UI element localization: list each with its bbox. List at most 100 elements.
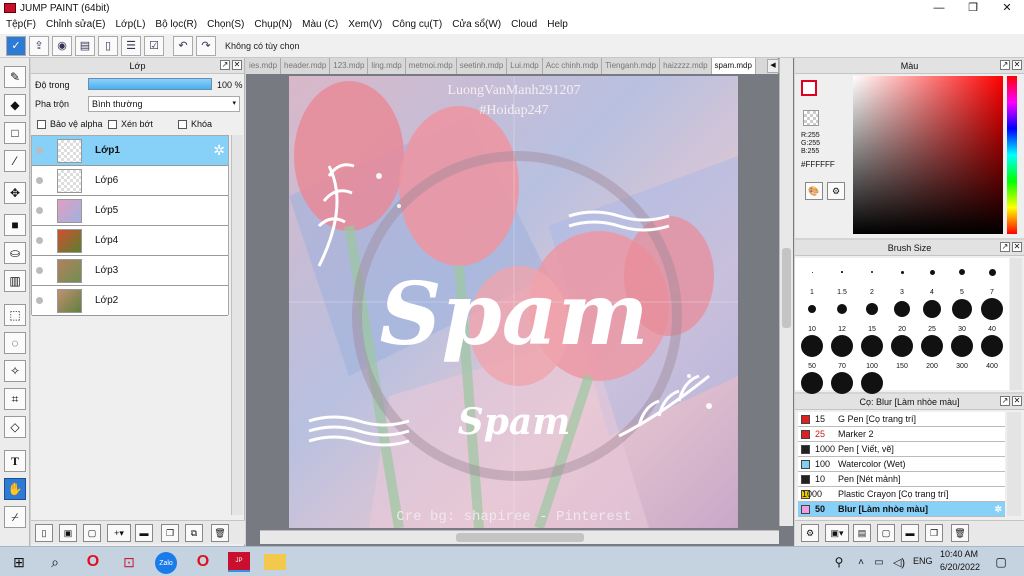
canvas-vertical-scrollbar[interactable]	[779, 58, 793, 526]
menu-help[interactable]: Help	[545, 16, 576, 34]
brush-size-cell[interactable]: 4	[917, 260, 947, 296]
tab-scroll-left-icon[interactable]: ◀	[767, 59, 779, 73]
layer-scrollbar[interactable]	[231, 135, 243, 515]
checklist-icon[interactable]: ☑	[144, 35, 164, 56]
doc-tab[interactable]: ling.mdp	[368, 58, 406, 74]
brush-scrollbar[interactable]	[1010, 258, 1022, 390]
people-icon[interactable]: ⚲	[828, 552, 850, 572]
list-icon[interactable]: ☰	[121, 35, 141, 56]
brush-size-cell[interactable]: 150	[887, 334, 917, 370]
hscroll-thumb[interactable]	[456, 533, 584, 542]
menu-view[interactable]: Xem(V)	[346, 16, 390, 34]
export-icon[interactable]: ⇪	[29, 35, 49, 56]
language-indicator[interactable]: ENG	[913, 556, 933, 566]
app-launcher-icon[interactable]: ⊡	[118, 552, 140, 572]
network-icon[interactable]: ▭	[868, 552, 890, 572]
new-layer-text-icon[interactable]: ▢	[83, 524, 101, 542]
lock-checkbox[interactable]	[178, 120, 187, 129]
panel-close-icon[interactable]: ✕	[232, 60, 242, 70]
document-icon[interactable]: ▯	[98, 35, 118, 56]
opera-browser-icon[interactable]: O	[82, 552, 104, 572]
preset-scrollbar[interactable]	[1007, 412, 1021, 516]
doc-tab[interactable]: Acc chinh.mdp	[543, 58, 603, 74]
color-picker-square[interactable]	[853, 76, 1003, 234]
brush-size-cell[interactable]: 20	[887, 297, 917, 333]
brush-size-cell[interactable]: 25	[917, 297, 947, 333]
add-layer-menu-icon[interactable]: +▾	[107, 524, 131, 542]
brush-size-cell[interactable]: 10	[797, 297, 827, 333]
layer-row[interactable]: Lớp2	[32, 286, 228, 316]
canvas-horizontal-scrollbar[interactable]	[260, 530, 779, 544]
brush-size-cell[interactable]: 3	[887, 260, 917, 296]
rectangle-tool-icon[interactable]: □	[4, 122, 26, 144]
panel-close-icon[interactable]: ✕	[1012, 242, 1022, 252]
visibility-icon[interactable]	[36, 297, 43, 304]
brush-settings-icon[interactable]: ⚙	[801, 524, 819, 542]
menu-select[interactable]: Chọn(S)	[205, 16, 252, 34]
palette-settings-icon[interactable]: ⚙	[827, 182, 845, 200]
preset-row[interactable]: 1000 Pen [ Viết, vẽ]	[798, 442, 1005, 457]
opera-gx-icon[interactable]: O	[192, 552, 214, 572]
doc-tab[interactable]: header.mdp	[281, 58, 331, 74]
menu-color[interactable]: Màu (C)	[300, 16, 346, 34]
clock-date[interactable]: 6/20/2022	[940, 562, 980, 572]
eyedropper-tool-icon[interactable]: ⌿	[4, 506, 26, 528]
menu-capture[interactable]: Chụp(N)	[252, 16, 300, 34]
brush-size-cell[interactable]: 30	[947, 297, 977, 333]
doc-tab[interactable]: 123.mdp	[330, 58, 369, 74]
menu-file[interactable]: Tệp(F)	[4, 16, 44, 34]
brush-size-cell[interactable]: 1	[797, 260, 827, 296]
preset-row[interactable]: 25 Marker 2	[798, 427, 1005, 442]
panel-float-icon[interactable]: ↗	[1000, 396, 1010, 406]
panel-close-icon[interactable]: ✕	[1012, 396, 1022, 406]
layer-row[interactable]: Lớp5	[32, 196, 228, 226]
doc-tab[interactable]: Tienganh.mdp	[602, 58, 661, 74]
close-button[interactable]: ✕	[990, 0, 1024, 16]
transparent-color-swatch[interactable]	[803, 110, 819, 126]
folder-icon[interactable]: ▬	[901, 524, 919, 542]
eraser-tool-icon[interactable]: ◆	[4, 94, 26, 116]
hue-slider[interactable]	[1007, 76, 1017, 234]
brush-size-cell[interactable]: 15	[857, 297, 887, 333]
pen-tool-icon[interactable]: ✎	[4, 66, 26, 88]
preset-row[interactable]: 1000 Plastic Crayon [Cọ trang trí]	[798, 487, 1005, 502]
preset-row[interactable]: 10 Pen [Nét mảnh]	[798, 472, 1005, 487]
layer-row[interactable]: Lớp1 ✲	[32, 136, 228, 166]
doc-tab[interactable]: Lui.mdp	[507, 58, 543, 74]
clipping-checkbox[interactable]	[108, 120, 117, 129]
delete-icon[interactable]: 🗑	[951, 524, 969, 542]
layer-row[interactable]: Lớp3	[32, 256, 228, 286]
merge-icon[interactable]: ⧉	[185, 524, 203, 542]
brush-size-cell[interactable]: 12	[827, 297, 857, 333]
select-rect-icon[interactable]: ⬚	[4, 304, 26, 326]
doc-tab[interactable]: haizzzz.mdp	[660, 58, 712, 74]
bucket-tool-icon[interactable]: ⛀	[4, 242, 26, 264]
doc-tab-active[interactable]: spam.mdp	[711, 58, 756, 74]
jump-paint-taskbar-icon[interactable]: JP	[228, 552, 250, 572]
brush-size-cell[interactable]: 40	[977, 297, 1007, 333]
brush-size-cell[interactable]: 300	[947, 334, 977, 370]
redo-icon[interactable]: ↷	[196, 35, 216, 56]
select-pen-icon[interactable]: ⌗	[4, 388, 26, 410]
new-layer-image-icon[interactable]: ▣	[59, 524, 77, 542]
brush-size-cell[interactable]: 200	[917, 334, 947, 370]
visibility-icon[interactable]	[36, 207, 43, 214]
palette-icon[interactable]: 🎨	[805, 182, 823, 200]
delete-icon[interactable]: 🗑	[211, 524, 229, 542]
visibility-icon[interactable]	[36, 267, 43, 274]
doc-tab[interactable]: seetinh.mdp	[457, 58, 508, 74]
windows-start-icon[interactable]: ⊞	[8, 552, 30, 572]
file-explorer-icon[interactable]	[264, 554, 286, 570]
message-icon[interactable]: ▤	[75, 35, 95, 56]
brush-size-cell[interactable]: 50	[797, 334, 827, 370]
folder-icon[interactable]: ▬	[135, 524, 153, 542]
foreground-color-swatch[interactable]	[801, 80, 817, 96]
undo-icon[interactable]: ↶	[173, 35, 193, 56]
blend-mode-select[interactable]: Bình thường ▾	[88, 96, 240, 112]
menu-filter[interactable]: Bộ lọc(R)	[153, 16, 205, 34]
new-layer-icon[interactable]: ▯	[35, 524, 53, 542]
preset-row[interactable]: 100 Watercolor (Wet)	[798, 457, 1005, 472]
brush-size-cell[interactable]: 5	[947, 260, 977, 296]
menu-layer[interactable]: Lớp(L)	[114, 16, 154, 34]
volume-icon[interactable]: ◁)	[888, 552, 910, 572]
